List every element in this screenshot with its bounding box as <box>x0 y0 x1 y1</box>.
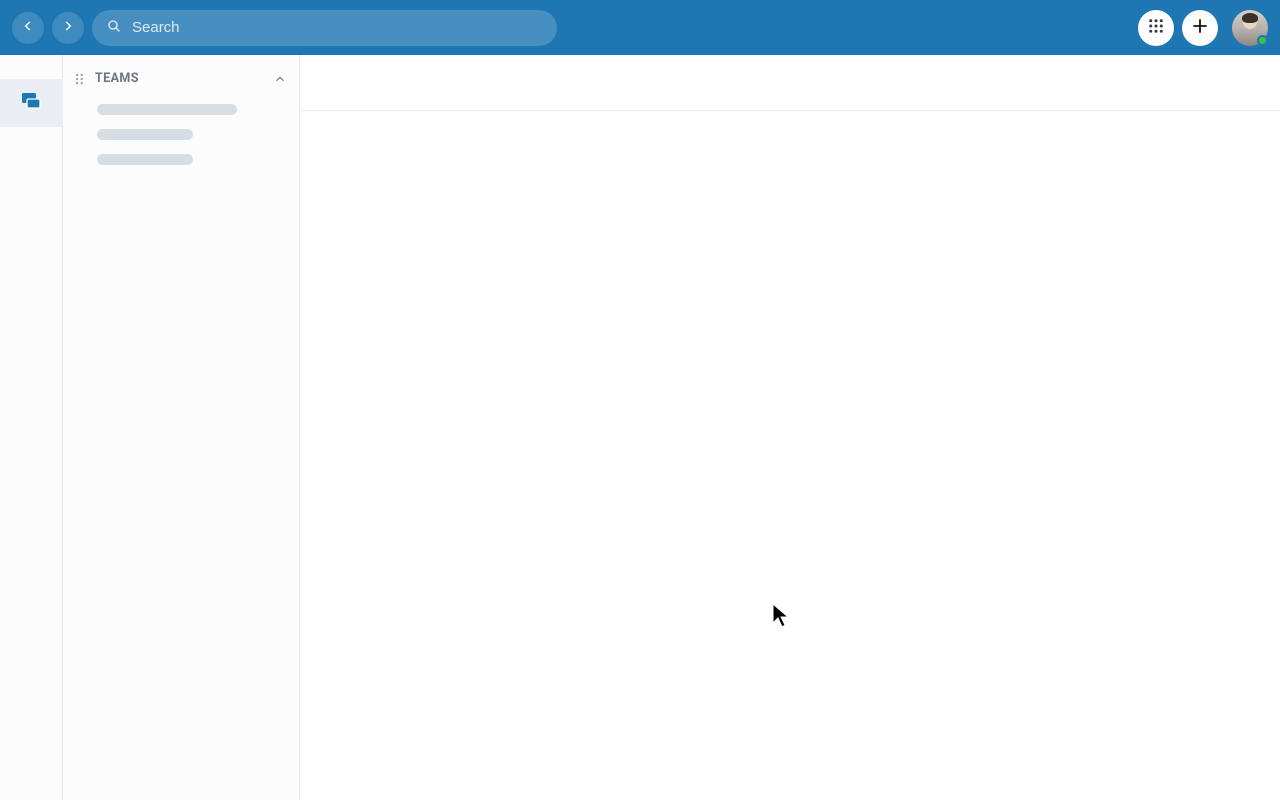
search-icon <box>106 18 122 38</box>
add-button[interactable] <box>1182 10 1218 46</box>
topbar <box>0 0 1280 55</box>
teams-section-label: TEAMS <box>95 71 139 86</box>
chevron-left-icon <box>21 18 35 37</box>
apps-grid-icon <box>1147 17 1165 39</box>
user-menu[interactable] <box>1232 10 1268 46</box>
teams-loading-skeleton <box>63 92 299 165</box>
main-content <box>300 55 1280 800</box>
rail-item-chat[interactable] <box>0 79 63 127</box>
teams-section-header[interactable]: TEAMS <box>63 65 299 92</box>
chevron-up-icon <box>273 72 287 86</box>
body: TEAMS <box>0 55 1280 800</box>
skeleton-row <box>97 104 237 115</box>
presence-indicator <box>1257 35 1268 46</box>
apps-button[interactable] <box>1138 10 1174 46</box>
forward-button[interactable] <box>52 12 84 44</box>
chevron-right-icon <box>61 18 75 37</box>
side-panel: TEAMS <box>63 55 300 800</box>
drag-handle-icon <box>73 72 87 86</box>
skeleton-row <box>97 154 193 165</box>
cursor-icon <box>772 603 790 629</box>
content-divider <box>300 110 1280 111</box>
plus-icon <box>1191 17 1209 39</box>
back-button[interactable] <box>12 12 44 44</box>
nav-rail <box>0 55 63 800</box>
skeleton-row <box>97 129 193 140</box>
search-input[interactable] <box>132 19 543 36</box>
chat-icon <box>19 89 43 117</box>
search-field[interactable] <box>92 10 557 46</box>
